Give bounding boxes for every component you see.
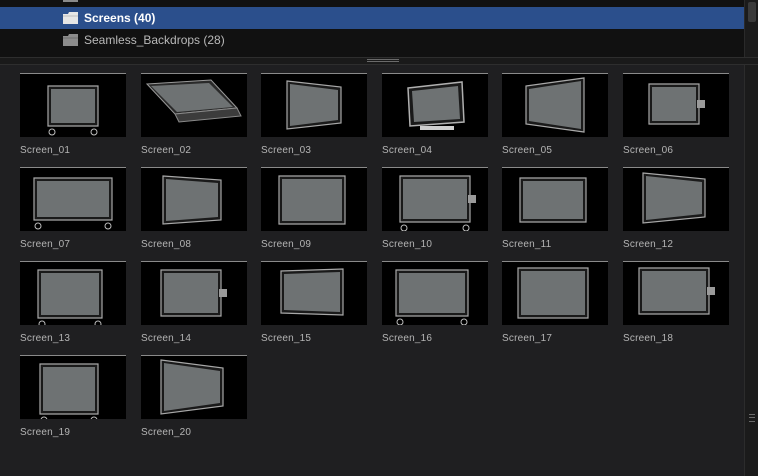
thumbnail-image[interactable] bbox=[502, 261, 608, 325]
thumbnail-caption: Screen_06 bbox=[623, 145, 674, 156]
thumbnail-image[interactable] bbox=[502, 167, 608, 231]
scrollbar-thumb[interactable] bbox=[748, 2, 756, 22]
thumbnail-caption: Screen_17 bbox=[502, 333, 553, 344]
thumbnail-caption: Screen_15 bbox=[261, 333, 312, 344]
thumbnail-caption: Screen_14 bbox=[141, 333, 192, 344]
screen-device-preview bbox=[33, 177, 113, 230]
thumbnail-image[interactable] bbox=[20, 73, 126, 137]
thumbnail-grid: Screen_01 Screen_02 Screen_03 Screen_04 … bbox=[0, 65, 745, 476]
thumbnail-caption: Screen_08 bbox=[141, 239, 192, 250]
screen-device-preview bbox=[162, 175, 222, 225]
thumbnail-image[interactable] bbox=[141, 167, 247, 231]
tree-item-screens[interactable]: Screens (40) bbox=[0, 7, 745, 29]
thumbnail-image[interactable] bbox=[382, 73, 488, 137]
screen-device-preview bbox=[145, 79, 242, 123]
thumbnail-item[interactable]: Screen_20 bbox=[141, 347, 247, 438]
thumbnail-item[interactable]: Screen_02 bbox=[141, 65, 247, 156]
thumbnail-item[interactable]: Screen_11 bbox=[502, 159, 608, 250]
tree-item-partial[interactable] bbox=[0, 0, 745, 7]
screen-device-preview bbox=[638, 267, 715, 315]
screen-device-preview bbox=[160, 359, 224, 415]
tree-item-seamless-backdrops[interactable]: Seamless_Backdrops (28) bbox=[0, 29, 745, 51]
thumbnail-item[interactable]: Screen_07 bbox=[20, 159, 126, 250]
thumbnail-image[interactable] bbox=[382, 167, 488, 231]
thumbnail-item[interactable]: Screen_18 bbox=[623, 253, 729, 344]
screen-device-preview bbox=[648, 83, 705, 125]
screen-device-preview bbox=[47, 85, 99, 136]
thumbnail-item[interactable]: Screen_16 bbox=[382, 253, 488, 344]
thumbnail-caption: Screen_16 bbox=[382, 333, 433, 344]
thumbnail-item[interactable]: Screen_06 bbox=[623, 65, 729, 156]
folder-icon bbox=[63, 0, 78, 2]
thumbnail-caption: Screen_04 bbox=[382, 145, 433, 156]
thumbnail-item[interactable]: Screen_14 bbox=[141, 253, 247, 344]
thumbnail-item[interactable]: Screen_05 bbox=[502, 65, 608, 156]
thumbnail-item[interactable]: Screen_03 bbox=[261, 65, 367, 156]
screen-device-preview bbox=[407, 81, 465, 130]
thumbnail-caption: Screen_18 bbox=[623, 333, 674, 344]
thumbnail-item[interactable]: Screen_19 bbox=[20, 347, 126, 438]
splitter-grip-icon[interactable] bbox=[367, 59, 399, 62]
thumbnail-item[interactable]: Screen_13 bbox=[20, 253, 126, 344]
thumbnail-caption: Screen_01 bbox=[20, 145, 71, 156]
thumbnail-item[interactable]: Screen_17 bbox=[502, 253, 608, 344]
thumbnail-item[interactable]: Screen_15 bbox=[261, 253, 367, 344]
thumbnail-image[interactable] bbox=[20, 355, 126, 419]
thumbnail-caption: Screen_13 bbox=[20, 333, 71, 344]
folder-tree: Screens (40) Seamless_Backdrops (28) bbox=[0, 0, 758, 57]
thumbnail-image[interactable] bbox=[382, 261, 488, 325]
thumbnail-image[interactable] bbox=[623, 167, 729, 231]
thumbnail-image[interactable] bbox=[623, 73, 729, 137]
thumbnail-image[interactable] bbox=[141, 355, 247, 419]
thumbnail-image[interactable] bbox=[261, 73, 367, 137]
tree-item-label: Screens (40) bbox=[84, 11, 156, 25]
thumbnail-image[interactable] bbox=[623, 261, 729, 325]
thumbnail-item[interactable]: Screen_10 bbox=[382, 159, 488, 250]
scrollbar-grip-icon[interactable] bbox=[749, 414, 755, 422]
panel-splitter[interactable] bbox=[0, 57, 758, 65]
thumbnail-item[interactable]: Screen_04 bbox=[382, 65, 488, 156]
thumbnail-image[interactable] bbox=[141, 73, 247, 137]
screen-device-preview bbox=[395, 269, 469, 325]
thumbnail-image[interactable] bbox=[20, 261, 126, 325]
tree-item-label: Seamless_Backdrops (28) bbox=[84, 33, 225, 47]
folder-icon bbox=[63, 12, 78, 24]
screen-device-preview bbox=[286, 80, 342, 130]
thumbnail-caption: Screen_19 bbox=[20, 427, 71, 438]
thumbnail-caption: Screen_02 bbox=[141, 145, 192, 156]
thumbnail-caption: Screen_11 bbox=[502, 239, 552, 250]
screen-device-preview bbox=[278, 175, 346, 225]
screen-device-preview bbox=[642, 172, 706, 224]
thumbnail-image[interactable] bbox=[261, 167, 367, 231]
thumbnail-caption: Screen_09 bbox=[261, 239, 312, 250]
thumbnail-caption: Screen_10 bbox=[382, 239, 433, 250]
tree-scrollbar[interactable] bbox=[744, 0, 758, 57]
screen-device-preview bbox=[525, 77, 585, 133]
thumbnail-item[interactable]: Screen_09 bbox=[261, 159, 367, 250]
grid-scrollbar[interactable] bbox=[744, 65, 758, 476]
thumbnail-caption: Screen_03 bbox=[261, 145, 312, 156]
screen-device-preview bbox=[39, 363, 99, 419]
thumbnail-item[interactable]: Screen_08 bbox=[141, 159, 247, 250]
screen-device-preview bbox=[517, 267, 589, 319]
thumbnail-item[interactable]: Screen_01 bbox=[20, 65, 126, 156]
folder-icon bbox=[63, 34, 78, 46]
screen-device-preview bbox=[280, 268, 344, 316]
screen-device-preview bbox=[519, 177, 587, 223]
thumbnail-caption: Screen_12 bbox=[623, 239, 674, 250]
thumbnail-caption: Screen_20 bbox=[141, 427, 192, 438]
thumbnail-image[interactable] bbox=[20, 167, 126, 231]
thumbnail-caption: Screen_07 bbox=[20, 239, 71, 250]
thumbnail-image[interactable] bbox=[261, 261, 367, 325]
thumbnail-caption: Screen_05 bbox=[502, 145, 553, 156]
thumbnail-image[interactable] bbox=[502, 73, 608, 137]
screen-device-preview bbox=[37, 269, 103, 325]
thumbnail-image[interactable] bbox=[141, 261, 247, 325]
thumbnail-item[interactable]: Screen_12 bbox=[623, 159, 729, 250]
screen-device-preview bbox=[160, 269, 227, 317]
screen-device-preview bbox=[399, 175, 476, 231]
